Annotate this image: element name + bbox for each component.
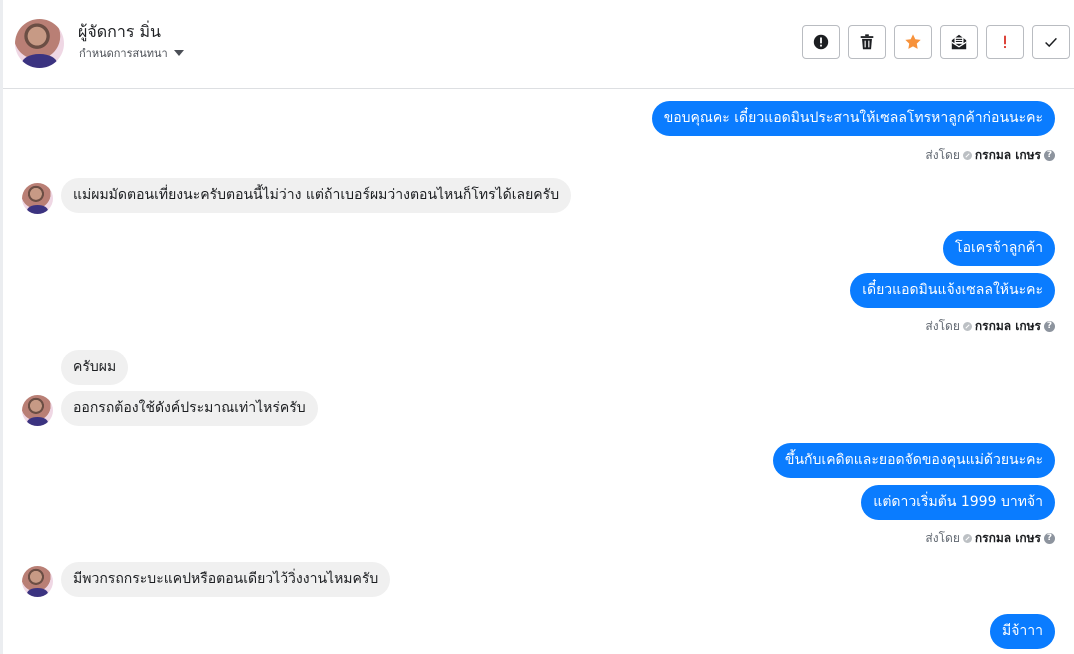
message-incoming[interactable]: ครับผม (61, 350, 129, 385)
caret-down-icon (173, 50, 184, 56)
conversation-header: ผู้จัดการ มิ่น กำหนดการสนทนา (3, 0, 1074, 89)
message-outgoing[interactable]: ขึ้นกับเคดิตและยอดจัดของคุนแม่ด้วยนะคะ (772, 443, 1055, 478)
sent-by-info: ส่งโดย กรกมล เกษร ? (925, 317, 1055, 336)
trash-icon (860, 34, 874, 50)
contact-avatar[interactable] (22, 566, 53, 597)
contact-avatar[interactable] (22, 183, 53, 214)
seen-check-icon (962, 322, 972, 331)
conversation-schedule-dropdown[interactable]: กำหนดการสนทนา (79, 44, 184, 62)
sent-by-info: ส่งโดย กรกมล เกษร ? (925, 146, 1055, 165)
message-outgoing[interactable]: แต่ดาวเริ่มต้น 1999 บาทจ้า (861, 485, 1055, 520)
alert-circle-icon (813, 34, 829, 50)
important-button[interactable] (986, 25, 1024, 59)
message-thread[interactable]: ขอบคุณคะ เดี๋ยวแอดมินประสานให้เซลลโทรหาล… (3, 89, 1074, 654)
mark-unread-button[interactable] (940, 25, 978, 59)
message-incoming[interactable]: มีพวกรถกระบะแคปหรือตอนเดียวไว้วิ่งงานไหม… (61, 562, 391, 597)
help-icon[interactable]: ? (1044, 150, 1055, 161)
sender-name[interactable]: กรกมล เกษร (975, 146, 1041, 165)
conversation-toolbar (802, 25, 1070, 59)
contact-avatar[interactable] (15, 19, 64, 68)
message-incoming[interactable]: ออกรถต้องใช้ดังค์ประมาณเท่าไหร่ครับ (61, 391, 318, 426)
sent-by-label: ส่งโดย (925, 531, 960, 545)
conversation-schedule-label: กำหนดการสนทนา (79, 47, 168, 60)
sent-by-label: ส่งโดย (925, 319, 960, 333)
delete-button[interactable] (848, 25, 886, 59)
sent-by-label: ส่งโดย (925, 148, 960, 162)
message-outgoing[interactable]: โอเครจ้าลูกค้า (943, 231, 1055, 266)
seen-check-icon (962, 534, 972, 543)
sender-name[interactable]: กรกมล เกษร (975, 317, 1041, 336)
sender-name[interactable]: กรกมล เกษร (975, 529, 1041, 548)
mail-open-icon (951, 34, 967, 50)
help-icon[interactable]: ? (1044, 533, 1055, 544)
message-outgoing[interactable]: ขอบคุณคะ เดี๋ยวแอดมินประสานให้เซลลโทรหาล… (651, 101, 1055, 136)
contact-name[interactable]: ผู้จัดการ มิ่น (78, 20, 161, 45)
check-icon (1045, 37, 1057, 48)
help-icon[interactable]: ? (1044, 321, 1055, 332)
message-outgoing[interactable]: เดี๋ยวแอดมินแจ้งเซลลให้นะคะ (850, 273, 1055, 308)
report-button[interactable] (802, 25, 840, 59)
star-button[interactable] (894, 25, 932, 59)
sent-by-info: ส่งโดย กรกมล เกษร ? (925, 529, 1055, 548)
contact-avatar[interactable] (22, 395, 53, 426)
mark-done-button[interactable] (1032, 25, 1070, 59)
star-icon (905, 34, 921, 49)
seen-check-icon (962, 151, 972, 160)
message-incoming[interactable]: แม่ผมมัดตอนเที่ยงนะครับตอนนี้ไม่ว่าง แต่… (61, 178, 572, 213)
message-outgoing[interactable]: มีจ้าาา (989, 614, 1055, 649)
exclamation-icon (1004, 35, 1006, 49)
